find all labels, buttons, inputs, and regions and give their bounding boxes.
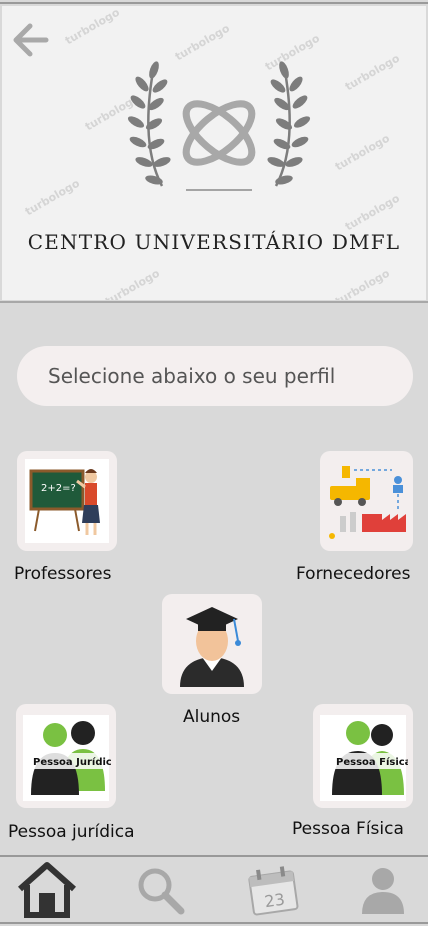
graduate-student-icon (180, 607, 244, 687)
legal-entity-icon: Pessoa Jurídica (23, 715, 111, 801)
brand-name: CENTRO UNIVERSITÁRIO DMFL (27, 230, 401, 254)
watermark: turbologo (342, 191, 402, 234)
profile-label-fornecedores[interactable]: Fornecedores (296, 564, 410, 584)
watermark: turbologo (332, 131, 392, 174)
svg-text:2+2=?: 2+2=? (41, 483, 76, 494)
legal-entity-badge: Pessoa Jurídica (33, 756, 111, 768)
profile-card-pessoa-fisica[interactable]: Pessoa Física (313, 704, 413, 808)
profile-search-field[interactable]: Selecione abaixo o seu perfil (17, 346, 413, 406)
watermark: turbologo (62, 6, 122, 48)
supplier-icon (325, 456, 408, 546)
profile-label-pessoa-juridica[interactable]: Pessoa jurídica (8, 822, 135, 842)
teacher-icon: 2+2=? (25, 459, 109, 543)
search-placeholder: Selecione abaixo o seu perfil (48, 364, 336, 388)
watermark: turbologo (332, 266, 392, 300)
arrow-left-icon (13, 23, 49, 57)
home-icon (18, 862, 76, 918)
natural-person-badge: Pessoa Física (336, 756, 408, 768)
calendar-icon: 23 (248, 866, 299, 916)
header-banner: turbologo turbologo turbologo turbologo … (2, 6, 426, 300)
tab-home[interactable] (14, 860, 80, 920)
watermark: turbologo (102, 266, 162, 300)
profile-label-professores[interactable]: Professores (14, 564, 111, 584)
profile-label-alunos[interactable]: Alunos (183, 707, 240, 727)
user-icon (362, 868, 404, 914)
tab-calendar[interactable]: 23 (240, 860, 306, 920)
profile-card-alunos[interactable] (162, 594, 262, 694)
bottom-edge (0, 922, 428, 924)
profile-card-pessoa-juridica[interactable]: Pessoa Jurídica (16, 704, 116, 808)
tabbar-divider (0, 855, 428, 857)
university-logo (127, 61, 311, 191)
tab-search[interactable] (127, 860, 193, 920)
tab-profile[interactable] (350, 860, 416, 920)
back-button[interactable] (8, 18, 50, 60)
profile-label-pessoa-fisica[interactable]: Pessoa Física (292, 819, 404, 839)
top-divider (0, 2, 428, 4)
header-divider (0, 301, 428, 303)
natural-person-icon: Pessoa Física (320, 715, 408, 801)
search-icon (138, 868, 185, 915)
profile-card-professores[interactable]: 2+2=? (17, 451, 117, 551)
watermark: turbologo (22, 176, 82, 219)
watermark: turbologo (342, 51, 402, 94)
profile-card-fornecedores[interactable] (320, 451, 413, 551)
calendar-day: 23 (263, 890, 286, 912)
